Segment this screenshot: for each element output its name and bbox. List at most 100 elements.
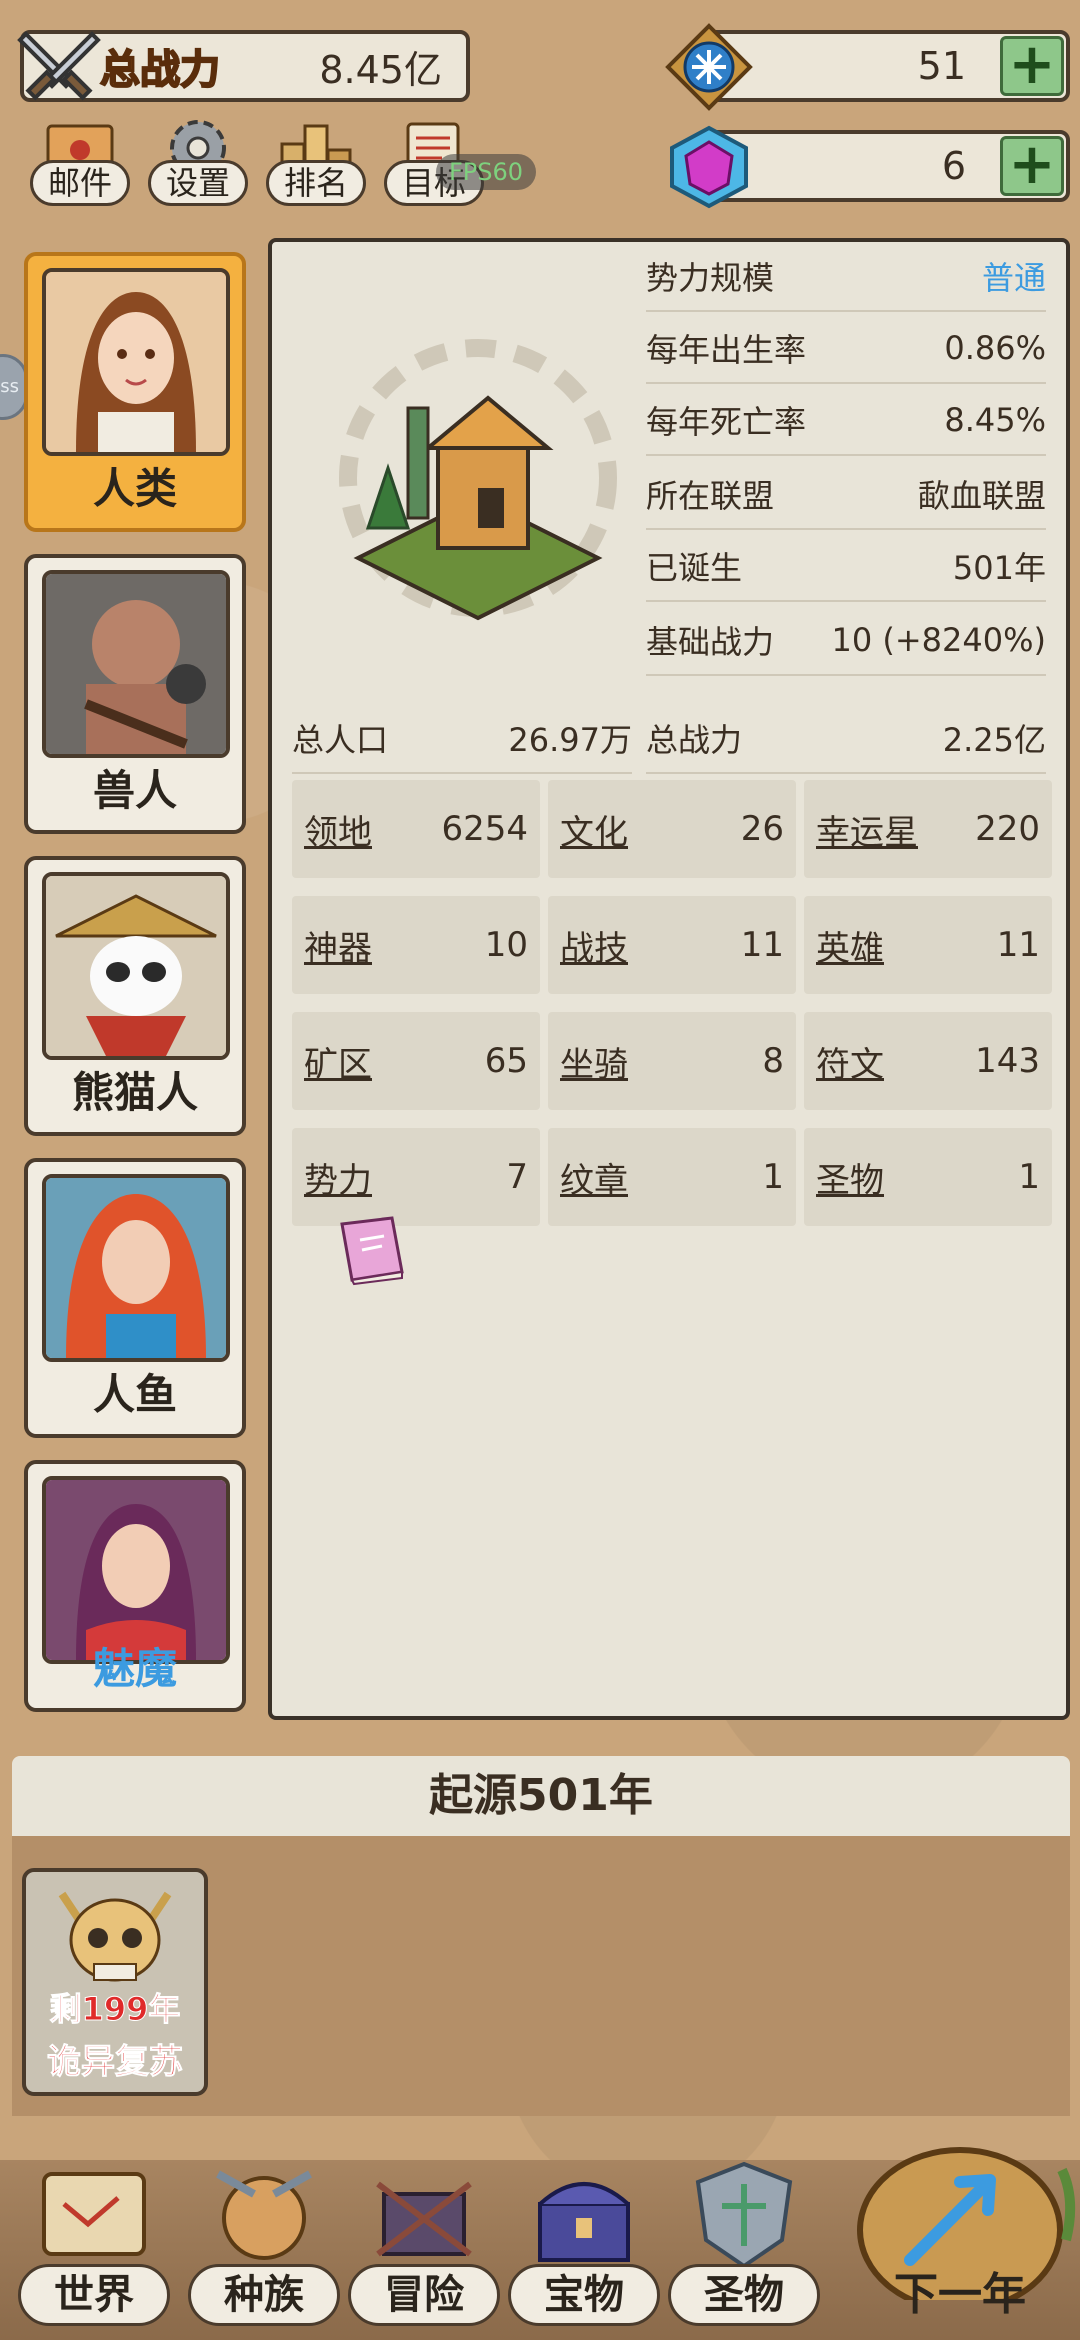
- race-card-orc[interactable]: 兽人: [24, 554, 246, 834]
- attr-lucky-star[interactable]: 幸运星 220: [804, 780, 1052, 878]
- relic-shield-icon: [695, 2161, 793, 2269]
- human-portrait: [42, 268, 230, 456]
- attr-label: 坐骑: [560, 1044, 628, 1085]
- nav-treasure[interactable]: 宝物: [504, 2150, 664, 2330]
- stat-row-scale: 势力规模 普通: [646, 242, 1046, 312]
- attr-artifact[interactable]: 神器 10: [292, 896, 540, 994]
- nav-adventure-label: 冒险: [348, 2264, 500, 2326]
- nav-relic[interactable]: 圣物: [664, 2150, 824, 2330]
- total-power-value: 8.45亿: [319, 47, 442, 92]
- attr-emblem[interactable]: 纹章 1: [548, 1128, 796, 1226]
- pandaren-portrait: [42, 872, 230, 1060]
- race-detail-panel: 势力规模 普通 每年出生率 0.86% 每年死亡率 8.45% 所在联盟 歃血联…: [268, 238, 1070, 1720]
- attr-label: 幸运星: [816, 812, 918, 853]
- attr-value: 10: [484, 925, 528, 965]
- pink-gem-icon: [670, 125, 748, 209]
- race-name: 熊猫人: [71, 1068, 198, 1117]
- stat-label: 所在联盟: [646, 477, 775, 515]
- attr-rune[interactable]: 符文 143: [804, 1012, 1052, 1110]
- attr-value: 1: [1018, 1157, 1040, 1197]
- event-remaining: 剩199年: [49, 1990, 181, 2029]
- rank-button[interactable]: 排名: [266, 116, 366, 216]
- attr-label: 神器: [304, 928, 372, 969]
- attr-value: 26: [740, 809, 784, 849]
- add-blue-gem-button[interactable]: +: [1000, 36, 1064, 96]
- nav-relic-label: 圣物: [668, 2264, 820, 2326]
- population-row: 总人口 26.97万: [292, 704, 632, 774]
- population-label: 总人口: [292, 721, 389, 759]
- tribe-icon: [216, 2170, 312, 2260]
- attr-value: 1: [762, 1157, 784, 1197]
- stat-row-born: 已诞生 501年: [646, 532, 1046, 602]
- stat-value: 2.25亿: [942, 721, 1046, 759]
- stat-row-base-power: 基础战力 10 (+8240%): [646, 606, 1046, 676]
- attr-combat-skill[interactable]: 战技 11: [548, 896, 796, 994]
- mail-button[interactable]: 邮件: [30, 116, 130, 216]
- stat-label: 每年出生率: [646, 331, 807, 369]
- stat-value: 0.86%: [944, 329, 1046, 367]
- attr-hero[interactable]: 英雄 11: [804, 896, 1052, 994]
- blue-gem-value: 51: [917, 44, 966, 88]
- stat-value: 10 (+8240%): [831, 621, 1046, 659]
- total-power-bar: 总战力 8.45亿: [17, 30, 470, 102]
- race-card-pandaren[interactable]: 熊猫人: [24, 856, 246, 1136]
- book-icon[interactable]: [332, 1216, 408, 1286]
- attr-mine[interactable]: 矿区 65: [292, 1012, 540, 1110]
- attr-mount[interactable]: 坐骑 8: [548, 1012, 796, 1110]
- stat-value: 普通: [981, 259, 1046, 297]
- event-name: 诡异复苏: [47, 2042, 184, 2083]
- nav-race-label: 种族: [188, 2264, 340, 2326]
- orc-portrait: [42, 570, 230, 758]
- stat-label: 每年死亡率: [646, 403, 807, 441]
- attr-label: 圣物: [816, 1160, 884, 1201]
- attr-value: 11: [740, 925, 784, 965]
- attr-label: 英雄: [816, 928, 884, 969]
- next-year-label: 下一年: [894, 2269, 1026, 2320]
- nav-treasure-label: 宝物: [508, 2264, 660, 2326]
- settings-button[interactable]: 设置: [148, 116, 248, 216]
- attr-value: 65: [484, 1041, 528, 1081]
- nav-adventure[interactable]: 冒险: [344, 2150, 504, 2330]
- stat-row-birth-rate: 每年出生率 0.86%: [646, 314, 1046, 384]
- stat-row-death-rate: 每年死亡率 8.45%: [646, 386, 1046, 456]
- stat-label: 基础战力: [646, 623, 775, 661]
- stat-label: 已诞生: [646, 549, 743, 587]
- race-card-merfolk[interactable]: 人鱼: [24, 1158, 246, 1438]
- population-value: 26.97万: [508, 721, 632, 759]
- stat-value: 8.45%: [944, 401, 1046, 439]
- stat-value: 歃血联盟: [917, 477, 1046, 515]
- attr-label: 符文: [816, 1044, 884, 1085]
- attr-territory[interactable]: 领地 6254: [292, 780, 540, 878]
- pink-gem-bar: 6 +: [670, 125, 1070, 209]
- settlement-building-icon: [339, 339, 617, 621]
- attr-faction[interactable]: 势力 7: [292, 1128, 540, 1226]
- nav-world[interactable]: 世界: [14, 2150, 174, 2330]
- event-card-weird-revival[interactable]: 剩199年 诡异复苏: [22, 1868, 208, 2096]
- race-name: 兽人: [92, 766, 177, 815]
- nav-race[interactable]: 种族: [184, 2150, 344, 2330]
- stat-label: 势力规模: [646, 259, 775, 297]
- add-pink-gem-button[interactable]: +: [1000, 136, 1064, 196]
- attr-value: 11: [996, 925, 1040, 965]
- stat-label: 总战力: [646, 721, 743, 759]
- attr-label: 势力: [304, 1160, 372, 1201]
- blue-gem-bar: 51 +: [665, 23, 1070, 111]
- attr-relic[interactable]: 圣物 1: [804, 1128, 1052, 1226]
- attr-label: 战技: [560, 928, 628, 969]
- rank-label: 排名: [266, 160, 366, 206]
- race-card-human[interactable]: 人类: [24, 252, 246, 532]
- next-year-button[interactable]: 下一年: [840, 2130, 1080, 2340]
- attr-label: 纹章: [560, 1160, 628, 1201]
- treasure-chest-icon: [538, 2182, 630, 2262]
- attr-value: 8: [762, 1041, 784, 1081]
- race-card-succubus[interactable]: 魅魔: [24, 1460, 246, 1712]
- stat-row-alliance: 所在联盟 歃血联盟: [646, 460, 1046, 530]
- attr-culture[interactable]: 文化 26: [548, 780, 796, 878]
- world-map-icon: [42, 2172, 146, 2256]
- stat-value: 501年: [952, 549, 1046, 587]
- nav-world-label: 世界: [18, 2264, 170, 2326]
- stat-row-total-power: 总战力 2.25亿: [646, 704, 1046, 774]
- fps-counter: FPS60: [436, 154, 536, 190]
- settings-label: 设置: [148, 160, 248, 206]
- merfolk-portrait: [42, 1174, 230, 1362]
